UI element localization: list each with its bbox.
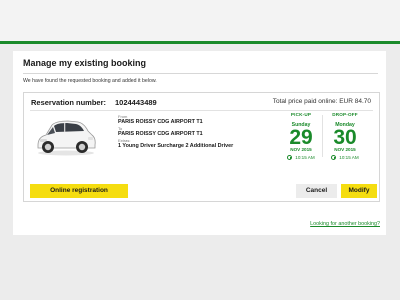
date-separator — [322, 115, 323, 157]
booking-card: Reservation number: 1024443489 Total pri… — [23, 92, 380, 202]
title-divider — [23, 73, 378, 74]
dropoff-time-row: 10:15 AM — [326, 155, 364, 161]
reservation-label: Reservation number: — [31, 98, 107, 107]
cancel-button[interactable]: Cancel — [296, 184, 337, 198]
pickup-day: 29 — [289, 126, 313, 149]
dropoff-time: 10:15 AM — [339, 155, 359, 160]
pickup-time: 10:15 AM — [295, 155, 315, 160]
online-registration-button[interactable]: Online registration — [30, 184, 128, 198]
modify-button[interactable]: Modify — [341, 184, 377, 198]
from-location: PARIS ROISSY CDG AIRPORT T1 — [118, 119, 203, 125]
pickup-date: PICK-UP Sunday 29 NOV 2015 10:15 AM — [282, 112, 320, 161]
dropoff-date: DROP-OFF Monday 30 NOV 2015 10:15 AM — [326, 112, 364, 161]
booking-panel: Manage my existing booking We have found… — [13, 51, 386, 235]
site-header — [0, 0, 400, 44]
dropoff-month-year: NOV 2015 — [334, 147, 356, 152]
card-divider — [30, 110, 373, 111]
another-booking-link[interactable]: Looking for another booking? — [310, 221, 380, 227]
dropoff-day: 30 — [333, 126, 357, 149]
total-price: Total price paid online: EUR 84.70 — [272, 98, 371, 105]
header-accent-line — [0, 41, 400, 44]
pickup-time-row: 10:15 AM — [282, 155, 320, 161]
pickup-heading: PICK-UP — [290, 112, 312, 117]
to-location: PARIS ROISSY CDG AIRPORT T1 — [118, 131, 203, 137]
route-details: From PARIS ROISSY CDG AIRPORT T1 To PARI… — [118, 114, 278, 150]
clock-icon — [331, 155, 337, 161]
dropoff-heading: DROP-OFF — [332, 112, 358, 117]
reservation-number: 1024443489 — [115, 98, 157, 107]
extras-list: 1 Young Driver Surcharge 2 Additional Dr… — [118, 143, 234, 149]
pickup-month-year: NOV 2015 — [290, 147, 312, 152]
page-subtitle: We have found the requested booking and … — [23, 78, 157, 84]
car-image — [37, 120, 96, 156]
clock-icon — [287, 155, 293, 161]
page-title: Manage my existing booking — [23, 58, 147, 68]
